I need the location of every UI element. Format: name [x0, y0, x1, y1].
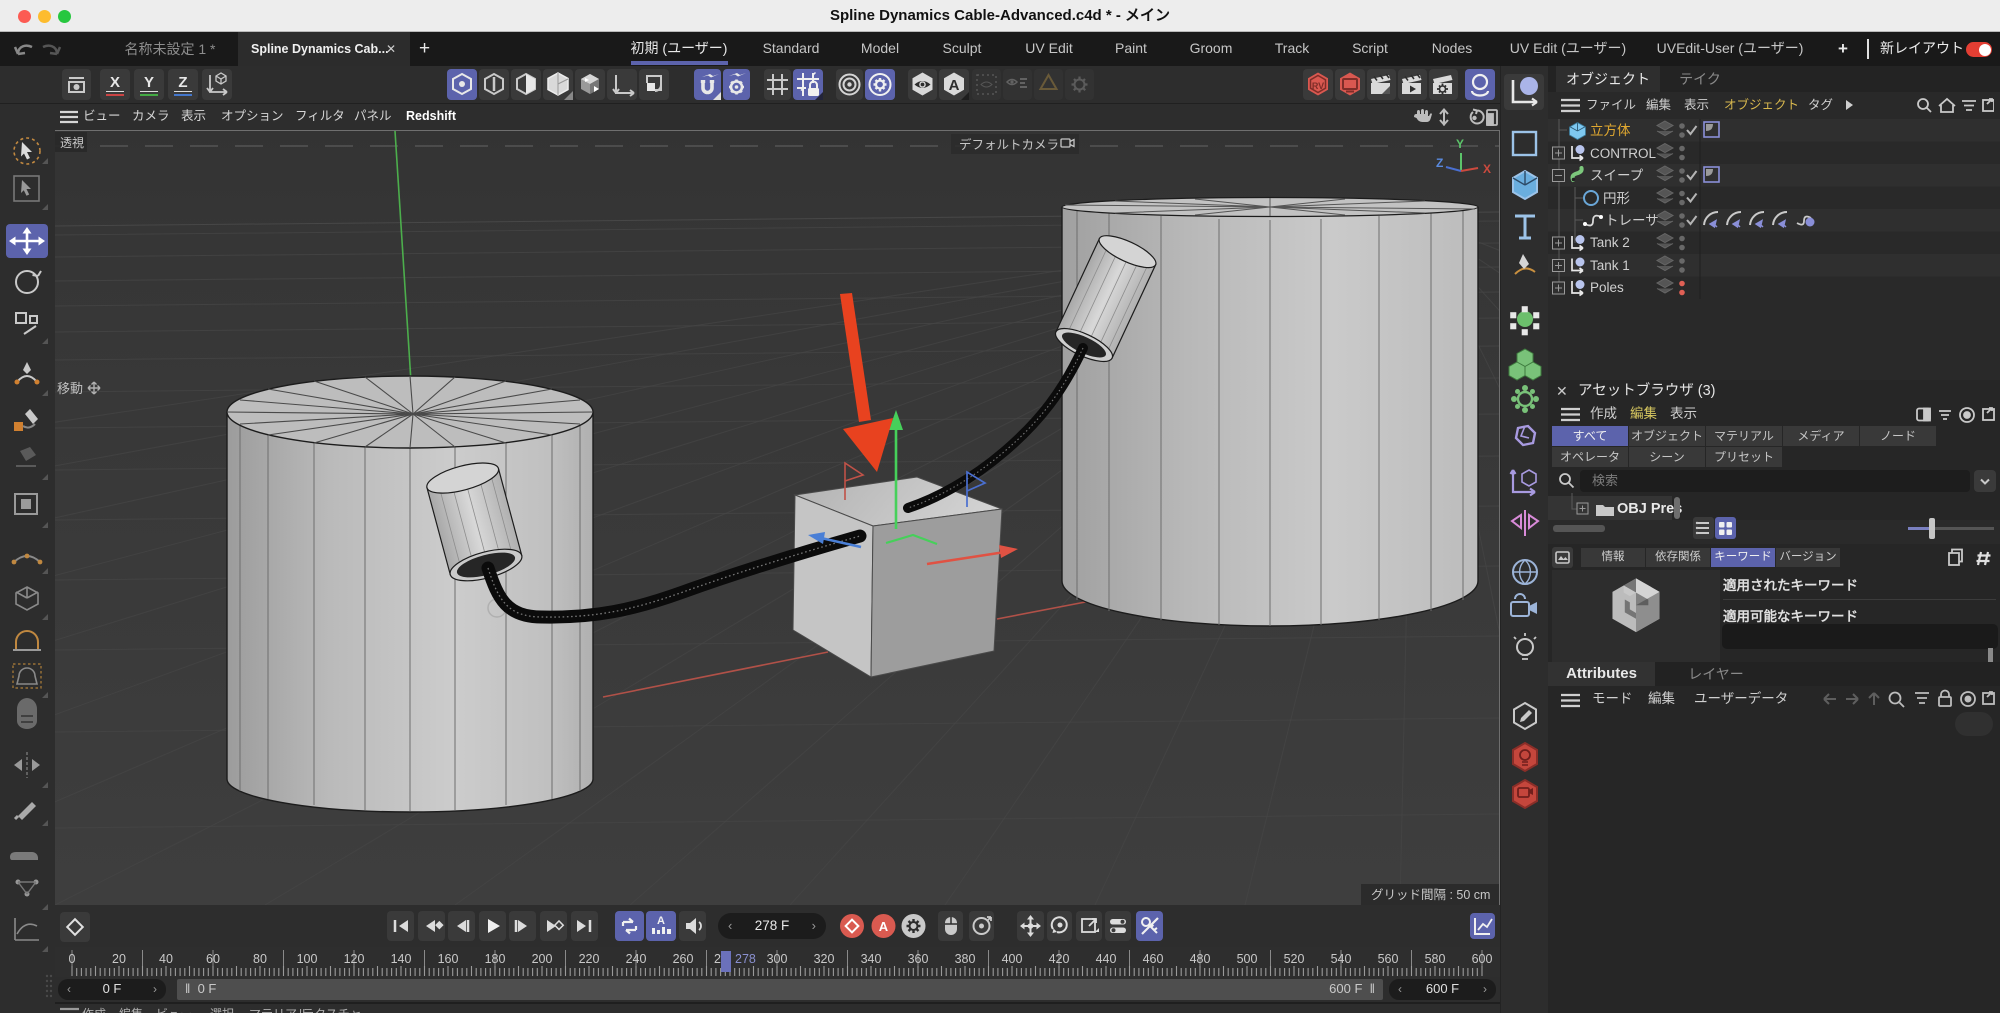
svg-text:A: A	[657, 915, 665, 927]
svg-text:60: 60	[206, 952, 220, 966]
svg-text:デフォルトカメラ: デフォルトカメラ	[959, 137, 1059, 152]
svg-text:340: 340	[861, 952, 882, 966]
svg-text:2: 2	[714, 952, 721, 966]
svg-text:Y: Y	[1456, 137, 1464, 151]
svg-text:540: 540	[1331, 952, 1352, 966]
svg-text:560: 560	[1378, 952, 1399, 966]
svg-text:500: 500	[1237, 952, 1258, 966]
svg-text:140: 140	[391, 952, 412, 966]
svg-text:300: 300	[767, 952, 788, 966]
svg-text:600: 600	[1472, 952, 1493, 966]
svg-text:透視: 透視	[60, 135, 84, 150]
svg-text:160: 160	[438, 952, 459, 966]
svg-text:278: 278	[735, 952, 756, 966]
svg-text:260: 260	[673, 952, 694, 966]
svg-text:20: 20	[112, 952, 126, 966]
svg-text:Z: Z	[1436, 156, 1443, 170]
svg-text:グリッド間隔 : 50 cm: グリッド間隔 : 50 cm	[1371, 888, 1490, 902]
svg-text:580: 580	[1425, 952, 1446, 966]
svg-text:A: A	[949, 77, 960, 94]
svg-text:CONTROL: CONTROL	[1590, 146, 1656, 161]
svg-text:380: 380	[955, 952, 976, 966]
svg-text:180: 180	[485, 952, 506, 966]
svg-text:Poles: Poles	[1590, 280, 1624, 295]
svg-text:移動: 移動	[57, 381, 83, 396]
svg-text:360: 360	[908, 952, 929, 966]
svg-text:320: 320	[814, 952, 835, 966]
svg-text:40: 40	[159, 952, 173, 966]
svg-text:480: 480	[1190, 952, 1211, 966]
svg-text:120: 120	[344, 952, 365, 966]
svg-text:240: 240	[626, 952, 647, 966]
svg-text:400: 400	[1002, 952, 1023, 966]
svg-text:100: 100	[297, 952, 318, 966]
svg-text:420: 420	[1049, 952, 1070, 966]
svg-text:520: 520	[1284, 952, 1305, 966]
svg-text:RV: RV	[1312, 81, 1324, 91]
svg-text:Tank 2: Tank 2	[1590, 235, 1630, 250]
svg-text:220: 220	[579, 952, 600, 966]
svg-text:スイープ: スイープ	[1590, 168, 1644, 183]
svg-text:円形: 円形	[1603, 191, 1631, 206]
svg-text:立方体: 立方体	[1590, 123, 1631, 138]
svg-text:トレーサ: トレーサ	[1605, 213, 1659, 228]
svg-text:0: 0	[69, 952, 76, 966]
svg-text:460: 460	[1143, 952, 1164, 966]
svg-text:Tank 1: Tank 1	[1590, 258, 1630, 273]
svg-text:A: A	[879, 919, 889, 934]
svg-text:X: X	[1483, 162, 1491, 176]
svg-text:440: 440	[1096, 952, 1117, 966]
svg-text:200: 200	[532, 952, 553, 966]
svg-text:80: 80	[253, 952, 267, 966]
